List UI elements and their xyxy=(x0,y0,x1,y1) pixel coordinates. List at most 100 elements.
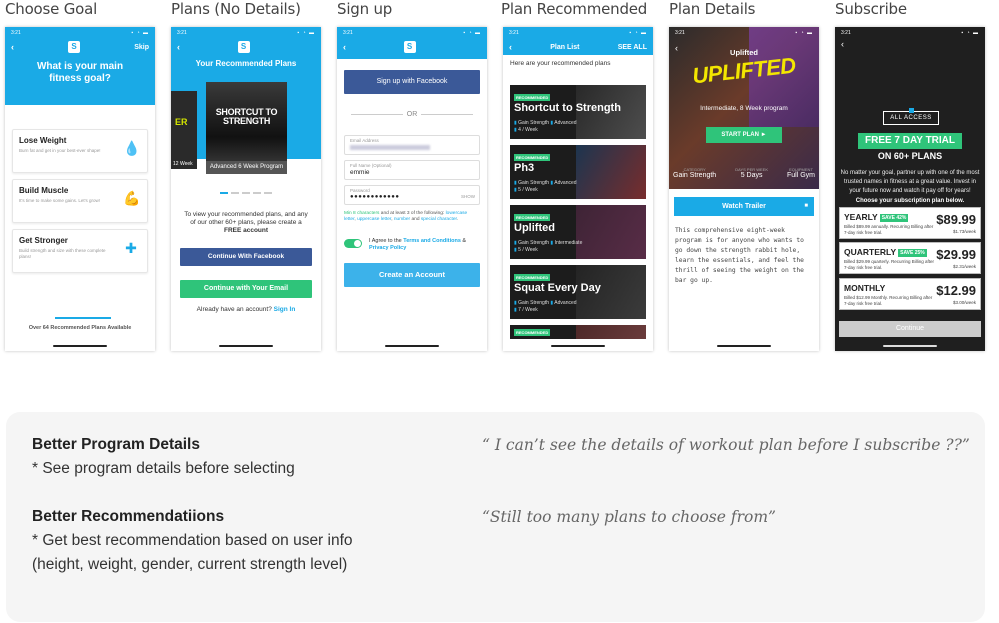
plan-name: Shortcut to Strength xyxy=(514,102,621,114)
status-icons: ▪ ◔ ▬ xyxy=(131,30,149,36)
calendar-icon: ▮ xyxy=(514,307,517,313)
home-indicator xyxy=(219,345,273,347)
stat-equipment: EQUIPMENT Full Gym xyxy=(787,167,815,179)
goal-card-lose-weight[interactable]: Lose Weight Burn fat and get in your bes… xyxy=(12,129,148,173)
plan-body-text: This comprehensive eight-week program is… xyxy=(675,227,804,284)
level-icon: ▮ xyxy=(550,240,554,246)
recommended-badge: RECOMMENDED xyxy=(514,329,551,336)
price-plan-name: QUARTERLY SAVE 25% xyxy=(844,247,927,257)
status-icons: ▪ ◔ ▬ xyxy=(297,30,315,36)
calendar-icon: ▮ xyxy=(514,127,517,133)
plan-meta: ▮ Gain Strength ▮ Advanced ▮ 5 / Week xyxy=(514,180,577,194)
recommended-subtitle: Here are your recommended plans xyxy=(510,60,611,67)
back-icon[interactable]: ‹ xyxy=(343,42,346,52)
plan-card[interactable]: RECOMMENDED Shortcut to Strength ▮ Gain … xyxy=(510,85,646,139)
plan-card[interactable]: RECOMMENDED Squat Every Day ▮ Gain Stren… xyxy=(510,265,646,319)
status-time: 3:21 xyxy=(509,30,519,36)
or-divider: OR xyxy=(337,111,487,118)
note-heading: Better Program Details xyxy=(32,436,200,453)
name-value: emmie xyxy=(350,169,370,176)
save-badge: SAVE 42% xyxy=(879,213,909,222)
continue-button[interactable]: Continue xyxy=(839,321,981,337)
home-indicator xyxy=(385,345,439,347)
brand-logo: S xyxy=(237,41,250,53)
goal-card-build-muscle[interactable]: Build Muscle It's time to make some gain… xyxy=(12,179,148,223)
plan-card-partial[interactable]: RECOMMENDED xyxy=(510,325,646,339)
status-time: 3:21 xyxy=(841,30,851,36)
phone-plan-recommended: 3:21 ▪ ◔ ▬ ‹ Plan List SEE ALL Here are … xyxy=(503,27,653,351)
price-card-yearly[interactable]: YEARLY SAVE 42% Billed $89.99 annually. R… xyxy=(839,207,981,239)
phone-choose-goal: 3:21 ▪ ◔ ▬ ‹ S Skip What is your main fi… xyxy=(5,27,155,351)
plan-tile-previous[interactable]: ER 12 Week xyxy=(171,91,197,169)
plan-name: Ph3 xyxy=(514,162,535,174)
price-card-monthly[interactable]: MONTHLY Billed $12.99 Monthly. Recurring… xyxy=(839,278,981,310)
email-label: Email Address xyxy=(350,138,379,143)
signup-facebook-button[interactable]: Sign up with Facebook xyxy=(344,70,480,94)
brand-logo: S xyxy=(403,41,416,53)
plan-frequency: 5 / Week xyxy=(518,247,538,253)
price-plan-label: QUARTERLY xyxy=(844,247,897,257)
dumbbell-icon: ✚ xyxy=(125,240,137,256)
plan-name: Squat Every Day xyxy=(514,282,601,294)
strength-icon: ▮ xyxy=(514,120,517,126)
plan-goal: Gain Strength xyxy=(518,240,550,246)
skip-button[interactable]: Skip xyxy=(134,44,149,51)
level-icon: ▮ xyxy=(550,120,554,126)
plan-meta: ▮ Gain Strength ▮ Advanced ▮ 7 / Week xyxy=(514,300,577,314)
continue-email-button[interactable]: Continue with Your Email xyxy=(180,280,312,298)
back-icon[interactable]: ‹ xyxy=(509,42,512,52)
stat-value: Gain Strength xyxy=(673,172,717,179)
watch-trailer-button[interactable]: Watch Trailer ■ xyxy=(674,197,814,216)
agree-toggle[interactable] xyxy=(344,239,362,248)
goal-subtitle: It's time to make some gains. Let's grow… xyxy=(19,198,100,203)
subscribe-text-body: No matter your goal, partner up with one… xyxy=(840,170,980,195)
plan-caption: Advanced 6 Week Program xyxy=(206,161,287,174)
drop-icon: 💧 xyxy=(123,140,141,156)
create-account-button[interactable]: Create an Account xyxy=(344,263,480,287)
show-password-button[interactable]: SHOW xyxy=(461,194,475,199)
plan-meta: ▮ Gain Strength ▮ Intermediate ▮ 5 / Wee… xyxy=(514,240,582,254)
note-heading: Better Recommendatiions xyxy=(32,508,225,525)
back-icon[interactable]: ‹ xyxy=(835,39,985,51)
password-field[interactable]: Password ●●●●●●●●●●●● SHOW xyxy=(344,185,480,205)
hint-part: special character xyxy=(420,217,457,223)
see-all-button[interactable]: SEE ALL xyxy=(618,44,647,51)
phone-plans-no-details: 3:21 ▪ ◔ ▬ ‹ S Your Recommended Plans ER… xyxy=(171,27,321,351)
price-card-quarterly[interactable]: QUARTERLY SAVE 25% Billed $29.99 quarterl… xyxy=(839,242,981,274)
start-plan-button[interactable]: START PLAN ► xyxy=(706,127,782,143)
back-icon[interactable]: ‹ xyxy=(177,42,180,52)
continue-facebook-button[interactable]: Continue With Facebook xyxy=(180,248,312,266)
calendar-icon: ▮ xyxy=(514,247,517,253)
status-icons: ▪ ◔ ▬ xyxy=(629,30,647,36)
back-icon[interactable]: ‹ xyxy=(11,42,14,52)
terms-link[interactable]: Terms and Conditions xyxy=(403,238,461,244)
plan-art: ER xyxy=(175,117,188,127)
signup-message-text: To view your recommended plans, and any … xyxy=(184,211,308,226)
subscribe-text-bold: Choose your subscription plan below. xyxy=(855,197,965,204)
agree-text: I Agree to the Terms and Conditions & Pr… xyxy=(369,238,479,252)
video-camera-icon: ■ xyxy=(804,203,808,209)
column-title: Subscribe xyxy=(835,0,907,18)
status-time: 3:21 xyxy=(11,30,21,36)
goal-card-get-stronger[interactable]: Get Stronger Build strength and size wit… xyxy=(12,229,148,273)
watch-trailer-label: Watch Trailer xyxy=(722,203,766,210)
email-field[interactable]: Email Address xyxy=(344,135,480,155)
agree-part: & xyxy=(460,238,467,244)
plan-meta: ▮ Gain Strength ▮ Advanced ▮ 4 / Week xyxy=(514,120,577,134)
privacy-link[interactable]: Privacy Policy xyxy=(369,245,406,251)
price-plan-name: YEARLY SAVE 42% xyxy=(844,212,909,222)
plans-available-text: Over 64 Recommended Plans Available xyxy=(28,325,132,331)
signin-link[interactable]: Sign In xyxy=(274,306,296,313)
name-field[interactable]: Full Name (Optional) emmie xyxy=(344,160,480,180)
status-bar: 3:21 ▪ ◔ ▬ xyxy=(503,27,653,39)
plan-list-header: 3:21 ▪ ◔ ▬ ‹ Plan List SEE ALL xyxy=(503,27,653,55)
plan-name: Uplifted xyxy=(514,222,555,234)
plan-card[interactable]: RECOMMENDED Uplifted ▮ Gain Strength ▮ I… xyxy=(510,205,646,259)
plan-card[interactable]: RECOMMENDED Ph3 ▮ Gain Strength ▮ Advanc… xyxy=(510,145,646,199)
price-value: $29.99 xyxy=(936,247,976,262)
plan-tile-shortcut[interactable]: SHORTCUT TO STRENGTH Advanced 6 Week Pro… xyxy=(206,82,287,174)
plan-goal: Gain Strength xyxy=(518,180,550,186)
plan-list-title: Plan List xyxy=(550,43,580,51)
column-title: Plan Recommended xyxy=(501,0,648,18)
brand-logo: S xyxy=(68,41,81,53)
